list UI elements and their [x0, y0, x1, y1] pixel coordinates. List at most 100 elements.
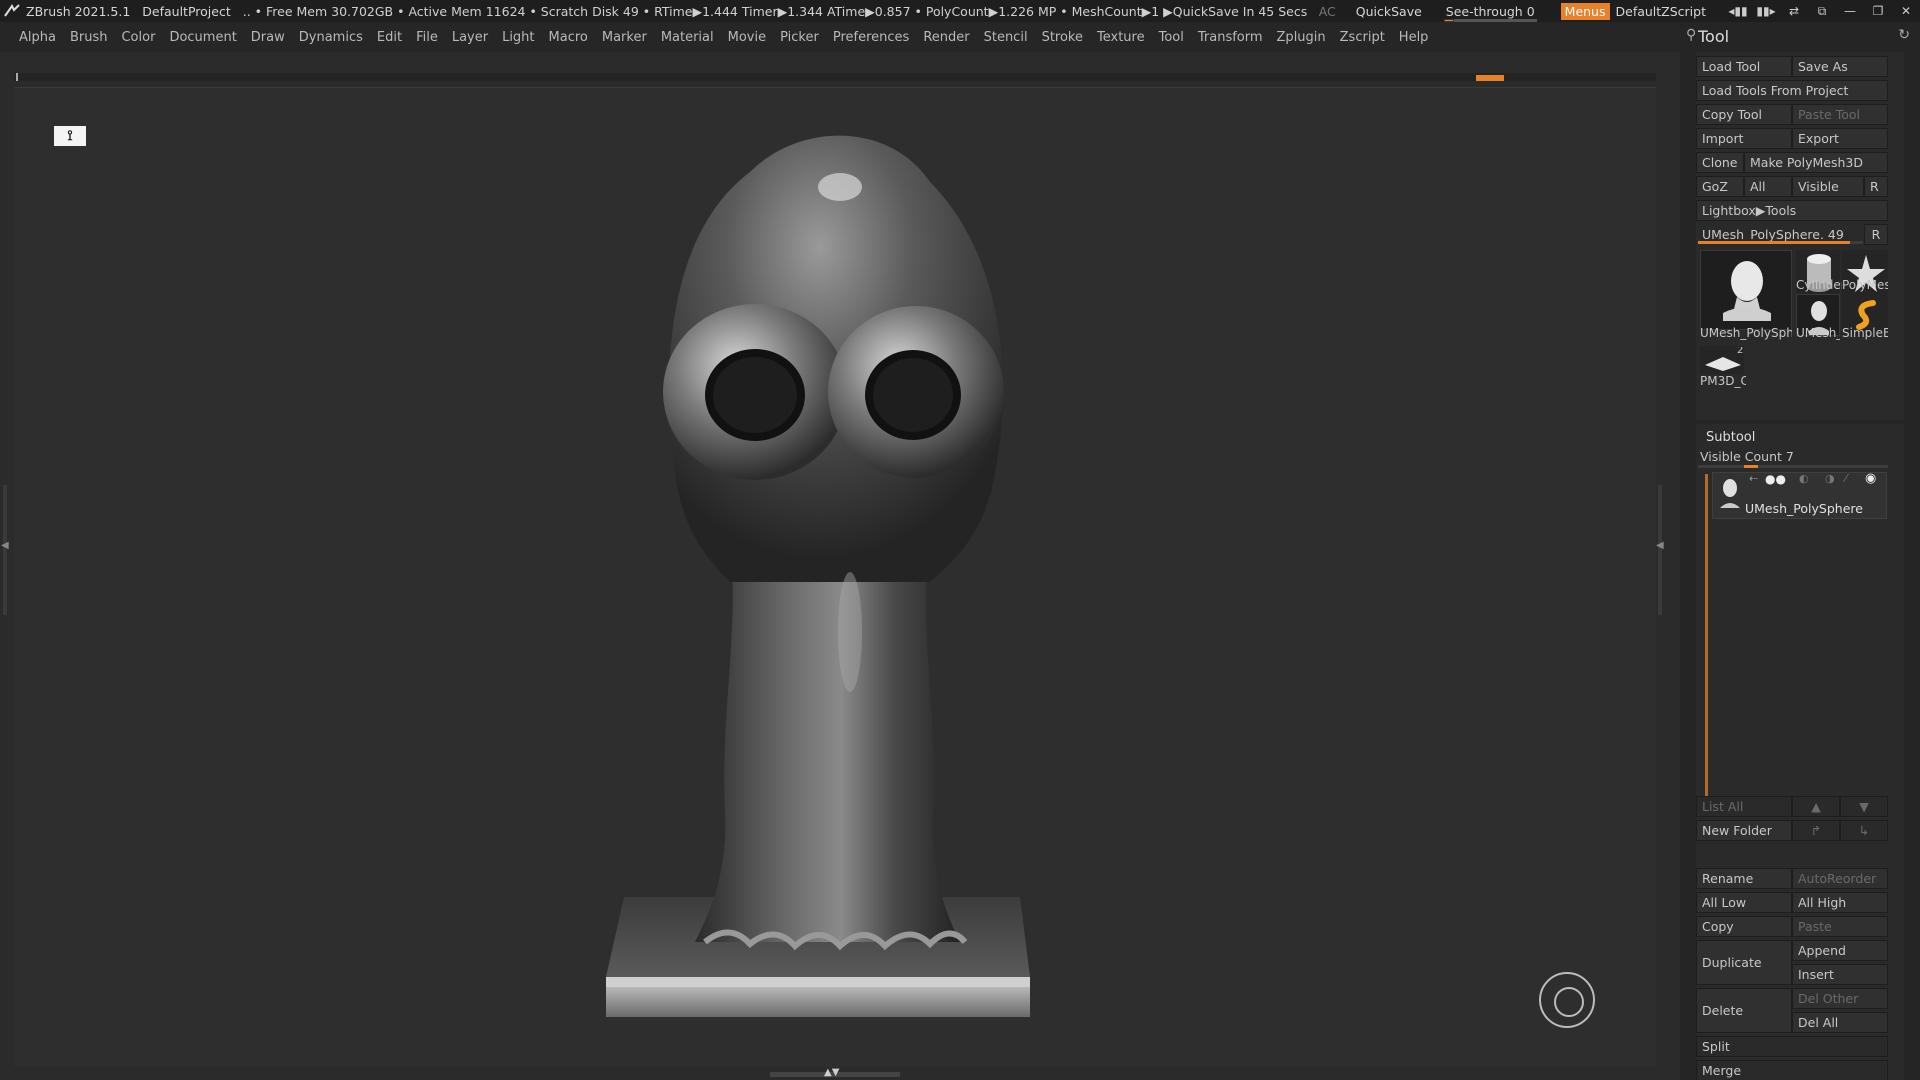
layout-dock-icon[interactable]: ⧉: [1808, 4, 1836, 19]
menu-macro[interactable]: Macro: [549, 30, 588, 45]
layout-next-icon[interactable]: ▮▮▸: [1752, 4, 1780, 18]
subtool-scrollbar[interactable]: [1705, 474, 1708, 804]
load-tools-from-project-button[interactable]: Load Tools From Project: [1696, 80, 1888, 101]
menu-file[interactable]: File: [416, 30, 438, 45]
goz-all-button[interactable]: All: [1744, 176, 1792, 197]
menu-draw[interactable]: Draw: [251, 30, 285, 45]
del-other-button[interactable]: Del Other: [1792, 988, 1888, 1009]
ac-button[interactable]: AC: [1319, 4, 1336, 19]
make-polymesh3d-button[interactable]: Make PolyMesh3D: [1744, 152, 1888, 173]
autoreorder-button[interactable]: AutoReorder: [1792, 868, 1888, 889]
export-button[interactable]: Export: [1792, 128, 1888, 149]
bottom-tray-handle[interactable]: ▲▼: [770, 1067, 900, 1080]
tool-thumb-umesh-polysphere[interactable]: [1700, 250, 1792, 330]
menu-alpha[interactable]: Alpha: [19, 30, 56, 45]
subtool-moon-icon[interactable]: ◐: [1799, 472, 1809, 485]
all-low-button[interactable]: All Low: [1696, 892, 1792, 913]
menu-light[interactable]: Light: [502, 30, 534, 45]
insert-button[interactable]: Insert: [1792, 964, 1888, 985]
goz-visible-button[interactable]: Visible: [1792, 176, 1864, 197]
menu-picker[interactable]: Picker: [780, 30, 819, 45]
layout-prev-icon[interactable]: ◂▮▮: [1724, 4, 1752, 18]
copy-subtool-button[interactable]: Copy: [1696, 916, 1792, 937]
all-high-button[interactable]: All High: [1792, 892, 1888, 913]
move-up-icon[interactable]: ▲: [1792, 796, 1840, 817]
subtool-brush-icon[interactable]: ⁄: [1845, 472, 1847, 485]
goz-r-button[interactable]: R: [1864, 176, 1888, 197]
goz-button[interactable]: GoZ: [1696, 176, 1744, 197]
menu-render[interactable]: Render: [923, 30, 969, 45]
menu-bar: Alpha Brush Color Document Draw Dynamics…: [0, 22, 1680, 52]
menu-transform[interactable]: Transform: [1198, 30, 1263, 45]
close-icon[interactable]: ✕: [1892, 4, 1920, 18]
layout-swap-icon[interactable]: ⇄: [1780, 4, 1808, 18]
navigation-gizmo[interactable]: [1539, 972, 1595, 1028]
pin-icon[interactable]: ⚲: [1686, 27, 1696, 43]
tool-slider-fill: [1698, 241, 1850, 244]
menu-zscript[interactable]: Zscript: [1340, 30, 1385, 45]
rename-button[interactable]: Rename: [1696, 868, 1792, 889]
clone-button[interactable]: Clone: [1696, 152, 1744, 173]
del-all-button[interactable]: Del All: [1792, 1012, 1888, 1033]
menu-color[interactable]: Color: [121, 30, 155, 45]
up-arrow-icon: ▲▼: [824, 1067, 840, 1078]
menu-layer[interactable]: Layer: [452, 30, 488, 45]
subtool-item-umesh-polysphere[interactable]: ⇠ ●● ◐ ◑ ⁄ ◉ UMesh_PolySphere: [1712, 471, 1887, 519]
refresh-icon[interactable]: ↻: [1898, 27, 1910, 43]
menu-document[interactable]: Document: [169, 30, 236, 45]
menus-toggle-button[interactable]: Menus: [1560, 2, 1610, 20]
timeline-marker[interactable]: [1476, 75, 1504, 81]
paste-subtool-button[interactable]: Paste: [1792, 916, 1888, 937]
subtool-eye-icon[interactable]: ◉: [1865, 471, 1876, 486]
copy-tool-button[interactable]: Copy Tool: [1696, 104, 1792, 125]
menu-preferences[interactable]: Preferences: [833, 30, 909, 45]
restore-icon[interactable]: ❐: [1864, 4, 1892, 18]
menu-material[interactable]: Material: [661, 30, 714, 45]
see-through-slider[interactable]: See-through 0: [1442, 4, 1539, 22]
visible-count-thumb[interactable]: [1744, 465, 1758, 468]
menu-stencil[interactable]: Stencil: [984, 30, 1028, 45]
paste-tool-button[interactable]: Paste Tool: [1792, 104, 1888, 125]
delete-button[interactable]: Delete: [1696, 988, 1792, 1033]
new-folder-button[interactable]: New Folder: [1696, 820, 1792, 841]
append-button[interactable]: Append: [1792, 940, 1888, 961]
timeline-ruler[interactable]: [14, 73, 1656, 81]
folder-move-down-icon[interactable]: ↳: [1840, 820, 1888, 841]
menu-movie[interactable]: Movie: [728, 30, 766, 45]
subtool-toggle-icon[interactable]: ●●: [1765, 472, 1786, 486]
menu-marker[interactable]: Marker: [602, 30, 647, 45]
default-zscript-button[interactable]: DefaultZScript: [1616, 4, 1707, 19]
left-tray-handle[interactable]: ◀: [0, 485, 10, 615]
tool-r-button[interactable]: R: [1864, 224, 1888, 245]
lightbox-tools-button[interactable]: Lightbox▶Tools: [1696, 200, 1888, 221]
thumb-label-cylinder: Cylinder: [1796, 278, 1842, 292]
quicksave-button[interactable]: QuickSave: [1356, 4, 1422, 19]
right-tray-handle[interactable]: ◀: [1655, 485, 1665, 615]
menu-brush[interactable]: Brush: [70, 30, 108, 45]
info-keyhole-icon[interactable]: ⟟: [54, 126, 86, 146]
subtool-half-icon[interactable]: ◑: [1825, 472, 1835, 485]
menu-zplugin[interactable]: Zplugin: [1277, 30, 1326, 45]
menu-dynamics[interactable]: Dynamics: [299, 30, 363, 45]
merge-button[interactable]: Merge: [1696, 1060, 1888, 1080]
menu-stroke[interactable]: Stroke: [1042, 30, 1083, 45]
menu-help[interactable]: Help: [1399, 30, 1429, 45]
project-name[interactable]: DefaultProject: [142, 4, 230, 19]
subtool-title[interactable]: Subtool: [1706, 430, 1755, 445]
import-button[interactable]: Import: [1696, 128, 1792, 149]
split-button[interactable]: Split: [1696, 1036, 1888, 1057]
tool-thumb-pm3d[interactable]: 2: [1700, 346, 1744, 374]
save-as-button[interactable]: Save As: [1792, 56, 1888, 77]
list-all-button[interactable]: List All: [1696, 796, 1792, 817]
menu-edit[interactable]: Edit: [377, 30, 402, 45]
visible-count-track[interactable]: [1698, 465, 1888, 468]
load-tool-button[interactable]: Load Tool: [1696, 56, 1792, 77]
subtool-lock-icon[interactable]: ⇠: [1749, 472, 1758, 485]
menu-texture[interactable]: Texture: [1097, 30, 1145, 45]
tool-panel-header[interactable]: ⚲ Tool ↻: [1680, 24, 1920, 50]
duplicate-button[interactable]: Duplicate: [1696, 940, 1792, 985]
folder-move-up-icon[interactable]: ↱: [1792, 820, 1840, 841]
minimize-icon[interactable]: —: [1836, 4, 1864, 18]
menu-tool[interactable]: Tool: [1159, 30, 1184, 45]
move-down-icon[interactable]: ▼: [1840, 796, 1888, 817]
